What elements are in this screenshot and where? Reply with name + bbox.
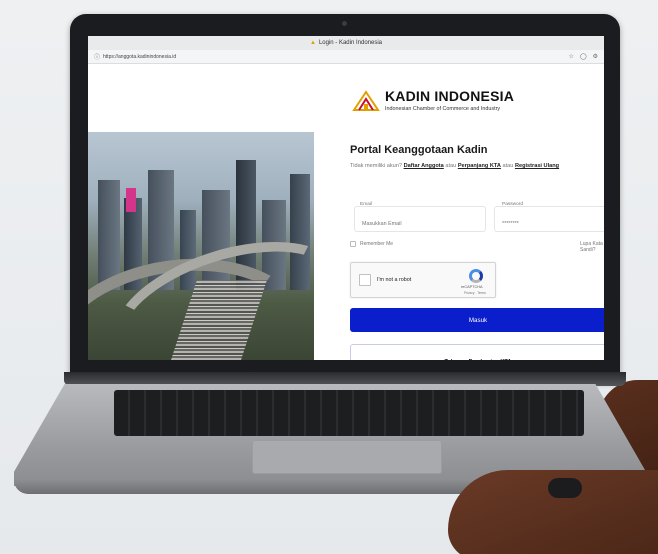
billboard bbox=[126, 188, 136, 212]
email-field[interactable] bbox=[354, 206, 486, 232]
password-field[interactable] bbox=[494, 206, 604, 232]
recaptcha-terms[interactable]: Privacy - Terms bbox=[464, 291, 486, 295]
recaptcha-logo-icon bbox=[469, 269, 483, 283]
recaptcha-brand: reCAPTCHA bbox=[461, 285, 483, 289]
kadin-favicon-icon: ▲ bbox=[310, 40, 316, 46]
separator-text: atau bbox=[502, 163, 514, 169]
login-button[interactable]: Masuk bbox=[350, 308, 604, 332]
registrasi-ulang-link[interactable]: Registrasi Ulang bbox=[515, 163, 559, 169]
browser-titlebar: ▲ Login - Kadin Indonesia bbox=[88, 36, 604, 50]
recaptcha-widget: I'm not a robot reCAPTCHA Privacy - Term… bbox=[350, 262, 496, 298]
laptop-hinge bbox=[64, 372, 626, 386]
separator-text: atau bbox=[445, 163, 457, 169]
browser-address-bar[interactable]: ⓘ https://anggota.kadinindonesia.id ☆ ◯ … bbox=[88, 50, 604, 64]
register-prompt: Tidak memiliki akun? Daftar Anggota atau… bbox=[350, 162, 604, 171]
fingernail bbox=[548, 478, 582, 498]
page-info-icon[interactable]: ⓘ bbox=[94, 52, 100, 61]
daftar-anggota-link[interactable]: Daftar Anggota bbox=[404, 163, 444, 169]
bookmark-star-icon[interactable]: ☆ bbox=[569, 53, 574, 60]
webcam bbox=[342, 21, 347, 26]
remember-me-label[interactable]: Remember Me bbox=[360, 241, 393, 247]
city-hero-image bbox=[88, 132, 314, 360]
window-title: Login - Kadin Indonesia bbox=[318, 40, 382, 46]
recaptcha-checkbox[interactable] bbox=[359, 274, 371, 286]
laptop-trackpad bbox=[252, 440, 442, 474]
password-label: Password bbox=[502, 202, 524, 207]
brand-name: KADIN INDONESIA bbox=[385, 88, 515, 104]
laptop-keyboard bbox=[114, 390, 584, 436]
laptop-screen: ▲ Login - Kadin Indonesia ⓘ https://angg… bbox=[88, 36, 604, 360]
tahapan-kta-button[interactable]: Tahapan Pembuatan KTA bbox=[350, 344, 604, 360]
kadin-logo-icon bbox=[352, 90, 380, 111]
url-text[interactable]: https://anggota.kadinindonesia.id bbox=[103, 54, 562, 60]
perpanjang-kta-link[interactable]: Perpanjang KTA bbox=[458, 163, 501, 169]
remember-me-checkbox[interactable] bbox=[350, 241, 356, 247]
forgot-password-link[interactable]: Lupa Kata Sandi? bbox=[580, 241, 604, 253]
brand-tagline: Indonesian Chamber of Commerce and Indus… bbox=[385, 106, 501, 112]
recaptcha-label: I'm not a robot bbox=[377, 277, 412, 283]
email-label: Email bbox=[360, 202, 372, 207]
prompt-text: Tidak memiliki akun? bbox=[350, 163, 403, 169]
shield-icon[interactable]: ◯ bbox=[580, 53, 587, 60]
extensions-icon[interactable]: ⚙ bbox=[593, 53, 598, 60]
page-title: Portal Keanggotaan Kadin bbox=[350, 144, 488, 156]
